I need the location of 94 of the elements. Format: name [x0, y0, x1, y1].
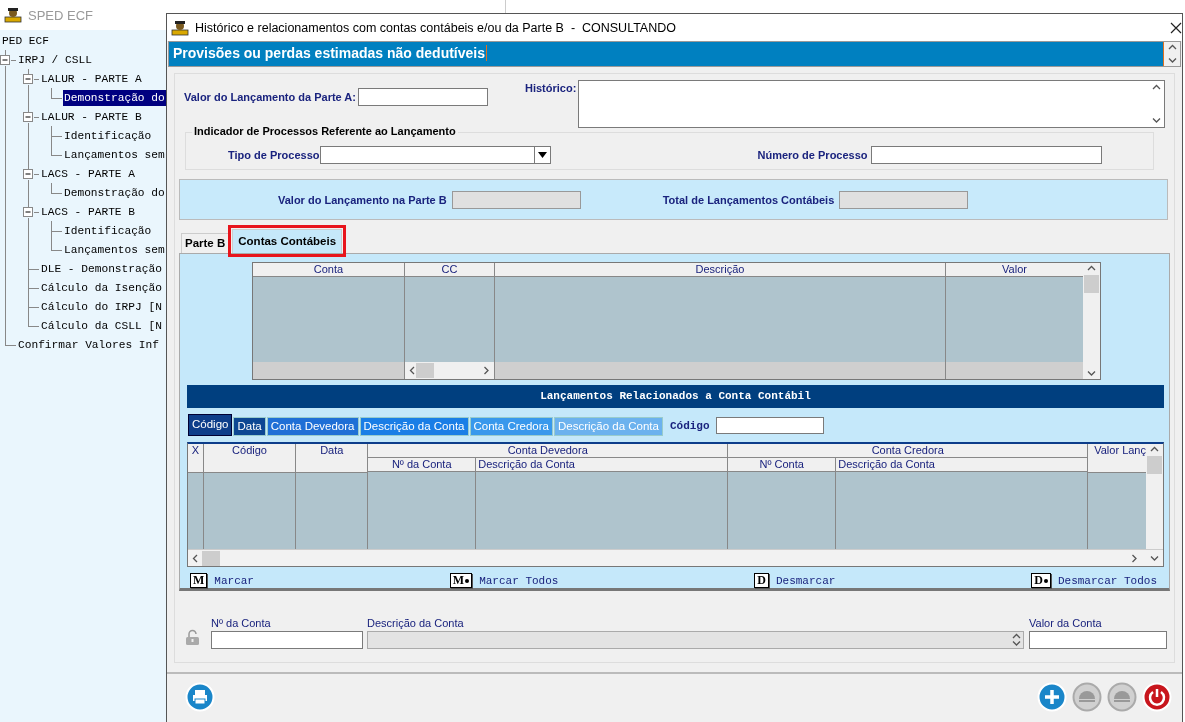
- power-button[interactable]: [1142, 682, 1172, 712]
- action-link[interactable]: M Marcar: [190, 573, 254, 588]
- chevron-up-icon[interactable]: [1167, 44, 1177, 51]
- tree-item[interactable]: Lançamentos sem: [63, 146, 166, 163]
- tree-item[interactable]: Demonstração do: [63, 89, 166, 106]
- add-button[interactable]: [1037, 682, 1067, 712]
- field-label: Histórico:: [525, 81, 577, 94]
- section-title: Lançamentos Relacionados a Conta Contábil: [187, 385, 1164, 408]
- field-label: Descrição da Conta: [367, 617, 465, 629]
- key-icon: M: [190, 573, 208, 588]
- chevron-up-icon[interactable]: [1152, 84, 1162, 91]
- lock-icon: [185, 629, 200, 646]
- chevron-down-icon[interactable]: [1150, 554, 1159, 562]
- chevron-down-icon[interactable]: [1152, 117, 1162, 124]
- chevron-right-icon[interactable]: [1131, 553, 1138, 563]
- input-field[interactable]: [357, 88, 488, 106]
- key-icon: D: [1031, 573, 1051, 588]
- input-field[interactable]: [1029, 631, 1167, 649]
- tree-item[interactable]: Identificação: [63, 222, 153, 239]
- chevron-left-icon[interactable]: [192, 553, 199, 563]
- chevron-up-icon[interactable]: [1150, 446, 1159, 453]
- field-label: Código: [669, 419, 710, 432]
- chevron-up-icon[interactable]: [1087, 265, 1096, 272]
- field-label: Total de Lançamentos Contábeis: [662, 193, 835, 206]
- tree-root: PED ECF: [1, 33, 50, 49]
- sort-tab[interactable]: Descrição da Conta: [359, 417, 469, 436]
- input-field[interactable]: [211, 631, 363, 649]
- window-title: SPED ECF: [28, 7, 93, 23]
- column-header: Valor: [946, 263, 1083, 277]
- collapse-icon[interactable]: [23, 207, 34, 218]
- field-label: Valor da Conta: [1029, 617, 1103, 629]
- window-title: Histórico e relacionamentos com contas contábeis e/ou da Parte B - CONSULTANDO: [195, 20, 676, 35]
- input-field[interactable]: [870, 146, 1102, 164]
- scroll-thumb[interactable]: [416, 363, 434, 378]
- scroll-thumb[interactable]: [202, 550, 220, 566]
- tree-connector: [51, 88, 62, 99]
- tree-item[interactable]: Lançamentos sem: [63, 241, 166, 258]
- action-link[interactable]: D Desmarcar Todos: [1031, 573, 1157, 588]
- collapse-icon[interactable]: [23, 112, 34, 123]
- tree-item[interactable]: Cálculo da CSLL [N: [40, 317, 163, 334]
- key-icon: M: [449, 573, 473, 588]
- sort-tab[interactable]: Conta Devedora: [266, 417, 359, 436]
- tree-item[interactable]: Demonstração do: [63, 184, 166, 201]
- column-header: Conta: [253, 263, 404, 277]
- action-link[interactable]: D Desmarcar: [754, 573, 836, 588]
- column-header: Valor Lanç: [1088, 444, 1146, 473]
- field-label: Valor do Lançamento na Parte B: [278, 193, 447, 206]
- column-header: Nº Conta: [728, 458, 836, 472]
- tree-item[interactable]: DLE - Demonstração: [40, 260, 163, 277]
- field-label: Valor do Lançamento da Parte A:: [184, 91, 356, 103]
- app-icon: [171, 19, 189, 36]
- column-header: X: [188, 444, 203, 473]
- tree-item[interactable]: IRPJ / CSLL: [17, 51, 93, 68]
- column-header: Descrição da Conta: [836, 458, 1088, 472]
- column-header: Descrição da Conta: [476, 458, 728, 472]
- scroll-thumb[interactable]: [1084, 275, 1099, 293]
- column-header: Data: [296, 444, 368, 473]
- tree-item[interactable]: Cálculo do IRPJ [N: [40, 298, 163, 315]
- scroll-thumb[interactable]: [1147, 456, 1162, 474]
- dropdown-arrow-icon[interactable]: [537, 152, 547, 158]
- historico-field[interactable]: [578, 80, 1166, 128]
- tree-item[interactable]: Confirmar Valores Inf: [17, 336, 160, 353]
- sort-tab[interactable]: Código: [188, 414, 233, 436]
- tree-item[interactable]: LALUR - PARTE B: [40, 108, 143, 125]
- collapse-icon[interactable]: [23, 74, 34, 85]
- tree-item[interactable]: LACS - PARTE B: [40, 203, 136, 220]
- collapse-icon[interactable]: [0, 55, 11, 66]
- field-label: Tipo de Processo: [228, 149, 320, 161]
- tree-item[interactable]: Cálculo da Isenção: [40, 279, 163, 296]
- chevron-down-icon[interactable]: [1087, 370, 1096, 377]
- column-header: Nº da Conta: [368, 458, 476, 472]
- chevron-right-icon[interactable]: [483, 366, 490, 375]
- column-header: Descrição: [495, 263, 945, 277]
- column-header: CC: [405, 263, 494, 277]
- collapse-icon[interactable]: [23, 169, 34, 180]
- app-icon: [4, 7, 22, 23]
- tab[interactable]: Parte B: [181, 233, 230, 253]
- sort-tab[interactable]: Data: [233, 417, 266, 436]
- search-field[interactable]: [715, 417, 824, 434]
- action-link[interactable]: M Marcar Todos: [449, 573, 559, 588]
- field-label: Número de Processo: [757, 149, 868, 161]
- tree-item[interactable]: LACS - PARTE A: [40, 165, 136, 182]
- group-title: Indicador de Processos Referente ao Lançamento: [192, 125, 458, 137]
- column-header: Código: [203, 444, 296, 473]
- field-label: Nº da Conta: [211, 617, 272, 629]
- header-title: Provisões ou perdas estimadas não dedutíveis: [173, 45, 487, 61]
- close-icon[interactable]: [1170, 21, 1182, 34]
- print-button[interactable]: [185, 682, 215, 712]
- tipo-dropdown[interactable]: [319, 146, 551, 164]
- chevron-left-icon[interactable]: [409, 366, 416, 375]
- key-icon: D: [754, 573, 769, 588]
- tree-item[interactable]: Identificação: [63, 127, 153, 144]
- chevron-down-icon[interactable]: [1167, 57, 1177, 64]
- tree-item[interactable]: LALUR - PARTE A: [40, 70, 143, 87]
